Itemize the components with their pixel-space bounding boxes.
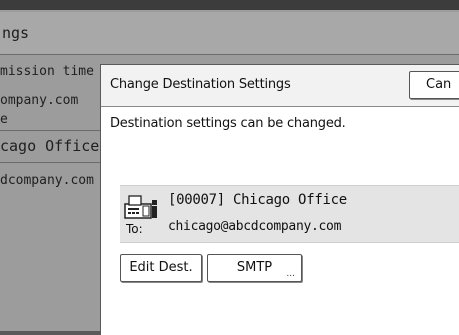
background-list-item: e: [0, 112, 8, 127]
dialog-title: Change Destination Settings: [110, 77, 291, 92]
edit-destination-button[interactable]: Edit Dest.: [120, 254, 202, 282]
more-indicator: ...: [286, 269, 295, 279]
background-divider: [0, 130, 100, 131]
background-list-item: ompany.com: [0, 93, 79, 108]
background-list-item: dcompany.com: [0, 173, 94, 188]
change-destination-dialog: Change Destination Settings Can Destinat…: [100, 64, 459, 335]
dialog-message: Destination settings can be changed.: [110, 116, 346, 131]
top-bar: [0, 0, 459, 10]
background-title: ngs: [0, 12, 459, 55]
destination-entry: [00007] Chicago Office To: chicago@abcdc…: [120, 185, 459, 243]
smtp-button[interactable]: SMTP ...: [207, 254, 302, 282]
destination-name: [00007] Chicago Office: [168, 192, 347, 208]
destination-email: chicago@abcdcompany.com: [168, 219, 342, 234]
to-label: To:: [126, 222, 143, 236]
background-list-item: mission time c: [0, 64, 100, 79]
fax-icon: [124, 194, 158, 220]
dialog-header: Change Destination Settings Can: [101, 65, 459, 107]
smtp-button-label: SMTP: [236, 260, 273, 275]
background-divider: [0, 162, 100, 163]
cancel-button[interactable]: Can: [409, 71, 459, 99]
background-list-item: cago Office: [0, 137, 100, 155]
